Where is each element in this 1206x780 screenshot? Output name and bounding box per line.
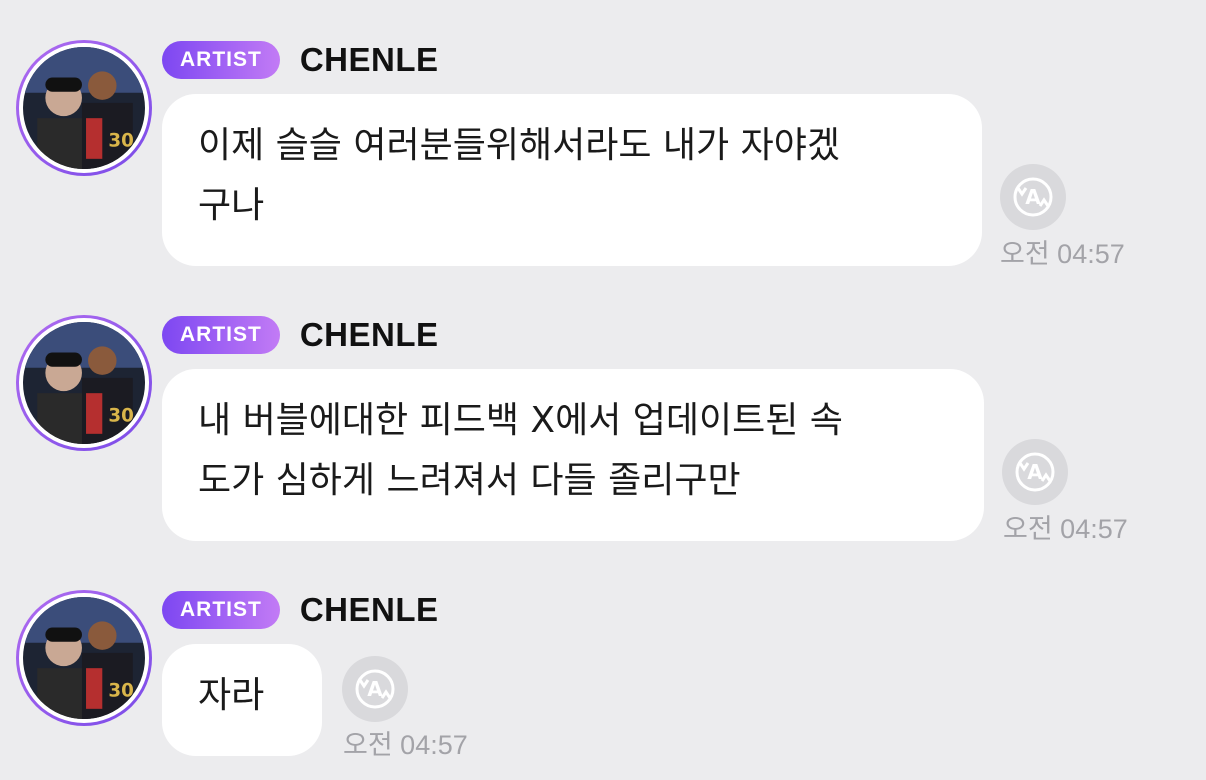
sender-name: CHENLE xyxy=(299,591,439,628)
svg-text:30: 30 xyxy=(108,406,133,427)
translate-icon[interactable]: A xyxy=(1002,439,1068,505)
avatar[interactable]: 30 xyxy=(16,40,152,176)
message-text-line: 이제 슬슬 여러분들위해서라도 내가 자야겠 xyxy=(198,125,840,166)
message-text-line: 구나 xyxy=(198,185,265,226)
avatar-photo: 30 xyxy=(23,47,145,169)
avatar[interactable]: 30 xyxy=(16,315,152,451)
svg-text:30: 30 xyxy=(108,681,133,702)
sender-name: CHENLE xyxy=(299,41,439,78)
artist-badge: ARTIST xyxy=(162,41,280,79)
translate-icon[interactable]: A xyxy=(342,656,408,722)
avatar[interactable]: 30 xyxy=(16,590,152,726)
message-bubble: 이제 슬슬 여러분들위해서라도 내가 자야겠 구나 xyxy=(162,94,982,266)
timestamp: 오전 04:57 xyxy=(1003,514,1128,544)
translate-icon[interactable]: A xyxy=(1000,164,1066,230)
avatar-photo: 30 xyxy=(23,322,145,444)
message-header: ARTIST CHENLE xyxy=(162,315,439,355)
message-bubble: 내 버블에대한 피드백 X에서 업데이트된 속 도가 심하게 느려져서 다들 졸… xyxy=(162,369,984,541)
svg-text:30: 30 xyxy=(108,131,133,152)
svg-text:A: A xyxy=(1027,460,1043,484)
message-text-line: 자라 xyxy=(198,675,265,716)
sender-name: CHENLE xyxy=(299,316,439,353)
svg-text:A: A xyxy=(367,677,383,701)
message-header: ARTIST CHENLE xyxy=(162,590,439,630)
message-text-line: 도가 심하게 느려져서 다들 졸리구만 xyxy=(198,460,741,501)
svg-text:A: A xyxy=(1025,185,1041,209)
avatar-photo: 30 xyxy=(23,597,145,719)
message-header: ARTIST CHENLE xyxy=(162,40,439,80)
timestamp: 오전 04:57 xyxy=(1000,239,1125,269)
message-bubble: 자라 xyxy=(162,644,322,756)
message-text-line: 내 버블에대한 피드백 X에서 업데이트된 속 xyxy=(198,400,843,441)
artist-badge: ARTIST xyxy=(162,591,280,629)
artist-badge: ARTIST xyxy=(162,316,280,354)
timestamp: 오전 04:57 xyxy=(343,730,468,760)
